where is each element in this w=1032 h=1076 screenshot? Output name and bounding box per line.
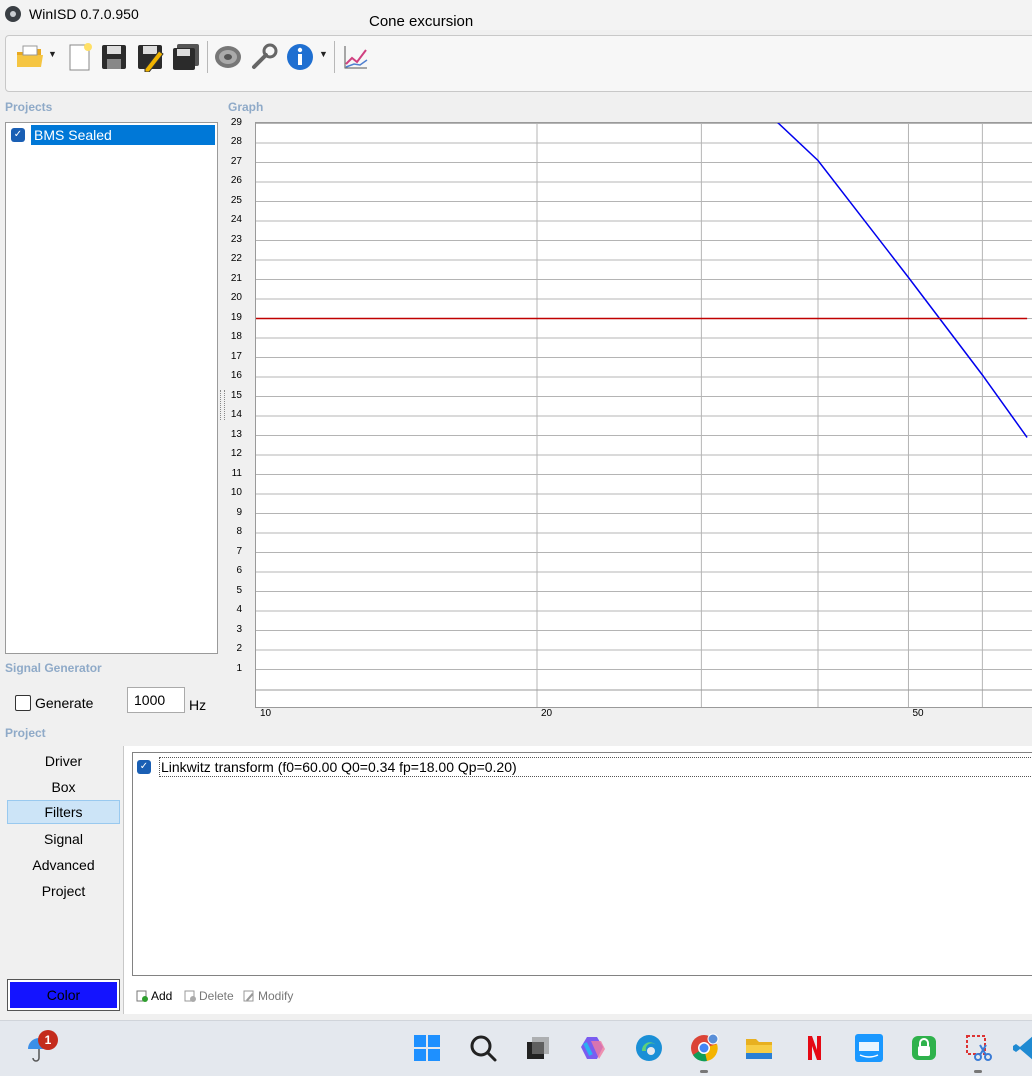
- y-tick-label: 20: [230, 292, 242, 303]
- y-tick-label: 11: [231, 467, 242, 479]
- wrench-icon[interactable]: [248, 41, 280, 73]
- delete-icon: [184, 990, 196, 1002]
- cone-excursion-chart: [256, 103, 1032, 707]
- y-tick-label: 9: [236, 506, 242, 518]
- y-tick-label: 7: [236, 545, 242, 557]
- winisd-app-icon: [5, 6, 21, 22]
- window-title: WinISD 0.7.0.950: [29, 6, 139, 22]
- info-dropdown-arrow[interactable]: ▼: [319, 49, 328, 59]
- y-tick-label: 26: [230, 175, 242, 186]
- y-tick-label: 4: [236, 604, 242, 615]
- edge-icon[interactable]: [632, 1031, 666, 1065]
- chrome-running-indicator: [700, 1070, 708, 1073]
- save-all-icon[interactable]: [170, 41, 202, 73]
- frequency-input[interactable]: [127, 687, 185, 713]
- cone-excursion-button-label[interactable]: Cone excursion: [369, 13, 473, 30]
- add-icon: [136, 990, 148, 1002]
- y-tick-label: 15: [230, 389, 242, 401]
- generate-label: Generate: [35, 695, 94, 711]
- x-tick-label: 50: [912, 708, 924, 719]
- add-label: Add: [151, 989, 173, 1003]
- y-tick-label: 18: [230, 331, 242, 342]
- modify-filter-button[interactable]: Modify: [243, 989, 293, 1003]
- title-bar: [0, 0, 1032, 30]
- nav-driver[interactable]: Driver: [7, 750, 120, 772]
- generate-checkbox[interactable]: [15, 695, 31, 711]
- open-folder-icon[interactable]: [14, 41, 46, 73]
- snipping-running-indicator: [974, 1070, 982, 1073]
- new-document-icon[interactable]: [64, 41, 96, 73]
- color-button-label: Color: [10, 982, 117, 1008]
- add-filter-button[interactable]: Add: [136, 989, 172, 1003]
- cone-excursion-line: [757, 103, 1028, 438]
- y-tick-label: 2: [236, 643, 242, 654]
- y-tick-label: 27: [230, 155, 242, 167]
- chrome-icon[interactable]: [687, 1031, 721, 1065]
- nav-box[interactable]: Box: [7, 776, 120, 798]
- password-manager-icon[interactable]: [907, 1031, 941, 1065]
- project-section-label: Project: [5, 726, 46, 740]
- project-item[interactable]: BMS Sealed: [31, 125, 215, 145]
- y-tick-label: 23: [230, 233, 242, 245]
- toolbar-separator: [334, 41, 335, 73]
- filters-list[interactable]: [132, 752, 1032, 976]
- nav-signal[interactable]: Signal: [7, 828, 120, 850]
- y-tick-label: 22: [230, 253, 242, 264]
- copilot-icon[interactable]: [577, 1031, 611, 1065]
- open-dropdown-arrow[interactable]: ▼: [48, 49, 57, 59]
- y-tick-label: 3: [236, 623, 242, 635]
- toolbar: ▼ ▼: [5, 35, 1032, 92]
- task-view-icon[interactable]: [521, 1031, 555, 1065]
- y-tick-label: 28: [230, 136, 242, 147]
- y-tick-label: 13: [230, 428, 242, 440]
- y-tick-label: 10: [230, 487, 242, 498]
- nav-project[interactable]: Project: [7, 880, 120, 902]
- y-tick-label: 12: [230, 448, 242, 459]
- weather-notification-badge: 1: [38, 1030, 58, 1050]
- save-icon[interactable]: [98, 41, 130, 73]
- graph-plot-area[interactable]: [255, 103, 1032, 708]
- snipping-tool-icon[interactable]: [962, 1031, 996, 1065]
- y-tick-label: 16: [230, 370, 242, 381]
- y-tick-label: 17: [230, 350, 242, 362]
- y-tick-label: 19: [230, 311, 242, 323]
- netflix-icon[interactable]: [797, 1031, 831, 1065]
- project-checkbox[interactable]: ✓: [11, 128, 25, 142]
- projects-list[interactable]: [5, 122, 218, 654]
- y-tick-label: 25: [230, 194, 242, 206]
- modify-label: Modify: [258, 989, 294, 1003]
- delete-label: Delete: [199, 989, 234, 1003]
- nav-filters[interactable]: Filters: [7, 800, 120, 824]
- modify-icon: [243, 990, 255, 1002]
- nav-advanced[interactable]: Advanced: [7, 854, 120, 876]
- file-explorer-icon[interactable]: [742, 1031, 776, 1065]
- x-tick-label: 10: [260, 708, 272, 719]
- y-tick-label: 5: [236, 584, 242, 596]
- y-tick-label: 24: [230, 214, 242, 225]
- vscode-icon[interactable]: [1012, 1031, 1032, 1065]
- y-tick-label: 8: [236, 526, 242, 537]
- save-as-icon[interactable]: [134, 41, 166, 73]
- graph-section-label: Graph: [228, 100, 264, 114]
- filter-checkbox[interactable]: ✓: [137, 760, 151, 774]
- windows-start-icon[interactable]: [410, 1031, 444, 1065]
- signal-generator-section-label: Signal Generator: [5, 661, 102, 675]
- y-tick-label: 1: [236, 662, 242, 674]
- y-tick-label: 29: [230, 116, 242, 128]
- toolbar-separator: [207, 41, 208, 73]
- filter-item[interactable]: Linkwitz transform (f0=60.00 Q0=0.34 fp=…: [159, 757, 1032, 777]
- color-button[interactable]: Color: [7, 979, 120, 1011]
- delete-filter-button[interactable]: Delete: [184, 989, 234, 1003]
- search-icon[interactable]: [466, 1031, 500, 1065]
- y-tick-label: 21: [230, 272, 242, 284]
- prime-video-icon[interactable]: [852, 1031, 886, 1065]
- x-tick-label: 20: [541, 708, 553, 719]
- hz-unit-label: Hz: [189, 697, 207, 713]
- cone-excursion-icon[interactable]: [340, 41, 372, 73]
- speaker-icon[interactable]: [212, 41, 244, 73]
- projects-section-label: Projects: [5, 100, 53, 114]
- info-icon[interactable]: [284, 41, 316, 73]
- y-tick-label: 14: [230, 409, 242, 420]
- y-tick-label: 6: [236, 565, 242, 576]
